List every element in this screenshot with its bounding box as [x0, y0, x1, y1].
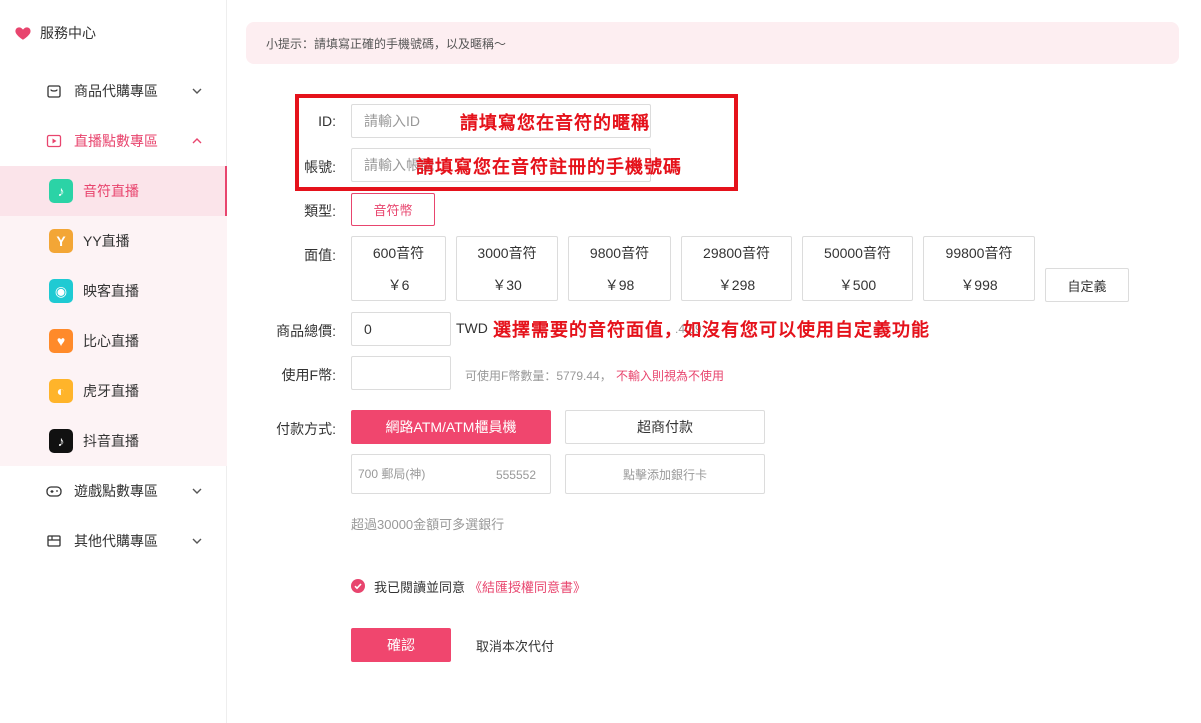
multi-bank-hint: 超過30000金額可多選銀行: [351, 517, 505, 532]
sidebar-item-label: 比心直播: [83, 333, 139, 349]
bank-card[interactable]: 700 郵局(神) 555552: [351, 454, 551, 494]
value-coins: 99800音符: [945, 244, 1013, 261]
type-option-yinfu-coin[interactable]: 音符幣: [351, 193, 435, 226]
f-coin-input[interactable]: [351, 356, 451, 390]
currency-label: TWD: [456, 320, 488, 336]
f-coin-balance: 可使用F幣數量：5779.44，: [465, 369, 612, 383]
custom-value-button[interactable]: 自定義: [1045, 268, 1129, 302]
play-icon: [46, 133, 62, 149]
huya-icon: ◐: [49, 379, 73, 403]
sidebar-item-yy[interactable]: Y YY直播: [0, 216, 227, 266]
shopping-bag-icon: [46, 83, 62, 99]
menu-group-label: 直播點數專區: [74, 133, 158, 149]
chevron-down-icon: [190, 84, 204, 98]
live-submenu: ♪ 音符直播 Y YY直播 ◉ 映客直播 ♥ 比心直播 ◐ 虎牙直播 ♪ 抖音直…: [0, 166, 227, 466]
annotation-value-hint: 選擇需要的音符面值，如沒有您可以使用自定義功能: [493, 320, 930, 340]
bixin-heart-icon: ♥: [49, 329, 73, 353]
sidebar-item-bixin[interactable]: ♥ 比心直播: [0, 316, 227, 366]
brand[interactable]: 服務中心: [14, 22, 96, 44]
menu-group-merchandise[interactable]: 商品代購專區: [0, 66, 227, 116]
value-option-50000[interactable]: 50000音符 ￥500: [802, 236, 913, 301]
menu-group-live-points[interactable]: 直播點數專區: [0, 116, 227, 166]
value-option-9800[interactable]: 9800音符 ￥98: [568, 236, 671, 301]
value-option-3000[interactable]: 3000音符 ￥30: [456, 236, 558, 301]
value-price: ￥500: [838, 276, 877, 293]
inke-owl-icon: ◉: [49, 279, 73, 303]
chevron-up-icon: [190, 134, 204, 148]
payment-label: 付款方式:: [276, 421, 336, 437]
music-note-icon: ♪: [49, 179, 73, 203]
value-label: 面值:: [304, 247, 336, 263]
value-price: ￥6: [387, 276, 410, 293]
menu-group-label: 其他代購專區: [74, 533, 158, 549]
sidebar-item-inke[interactable]: ◉ 映客直播: [0, 266, 227, 316]
value-coins: 29800音符: [703, 244, 770, 261]
check-circle-icon[interactable]: [351, 579, 365, 593]
cancel-payment-link[interactable]: 取消本次代付: [476, 636, 554, 655]
brand-label: 服務中心: [40, 25, 96, 41]
pay-convenience-store-button[interactable]: 超商付款: [565, 410, 765, 444]
value-price: ￥98: [604, 276, 635, 293]
bank-name: 700 郵局(神): [358, 467, 426, 481]
sidebar-item-label: 映客直播: [83, 283, 139, 299]
chevron-down-icon: [190, 534, 204, 548]
sidebar-item-yinfu[interactable]: ♪ 音符直播: [0, 166, 227, 216]
total-price-input[interactable]: 0: [351, 312, 451, 346]
bank-number: 555552: [495, 468, 536, 482]
agreement-row: 我已閱讀並同意 《結匯授權同意書》: [351, 577, 586, 595]
value-option-29800[interactable]: 29800音符 ￥298: [681, 236, 792, 301]
total-label: 商品總價:: [276, 323, 336, 339]
yy-bear-icon: Y: [49, 229, 73, 253]
sidebar: 服務中心 商品代購專區 直播點數專區 ♪ 音符直播 Y YY直播 ◉ 映客直播: [0, 0, 227, 723]
value-price: ￥998: [960, 276, 998, 293]
value-option-99800[interactable]: 99800音符 ￥998: [923, 236, 1035, 301]
pay-atm-button[interactable]: 網路ATM/ATM櫃員機: [351, 410, 551, 444]
agreement-text: 我已閱讀並同意: [374, 579, 466, 595]
douyin-icon: ♪: [49, 429, 73, 453]
agreement-link[interactable]: 《結匯授權同意書》: [469, 577, 586, 596]
value-option-600[interactable]: 600音符 ￥6: [351, 236, 446, 301]
menu-group-label: 商品代購專區: [74, 83, 158, 99]
value-price: ￥298: [717, 276, 756, 293]
value-coins: 3000音符: [477, 244, 537, 261]
sidebar-item-huya[interactable]: ◐ 虎牙直播: [0, 366, 227, 416]
value-price: ￥30: [492, 276, 522, 293]
value-coins: 600音符: [372, 244, 425, 261]
f-coin-label: 使用F幣:: [281, 367, 336, 383]
value-coins: 50000音符: [824, 244, 891, 261]
menu-group-other[interactable]: 其他代購專區: [0, 516, 227, 566]
heart-icon: [15, 27, 31, 40]
add-bank-card-button[interactable]: 點擊添加銀行卡: [565, 454, 765, 494]
notice-banner: 小提示：請填寫正確的手機號碼，以及暱稱～: [246, 22, 1179, 64]
f-coin-warning: 不輸入則視為不使用: [616, 369, 725, 383]
menu-group-label: 遊戲點數專區: [74, 483, 158, 499]
confirm-button[interactable]: 確認: [351, 628, 451, 662]
type-label: 類型:: [304, 203, 336, 219]
value-coins: 9800音符: [589, 244, 650, 261]
annotation-nickname: 請填寫您在音符的暱稱: [460, 113, 650, 133]
sidebar-item-label: 音符直播: [83, 183, 139, 199]
gamepad-icon: [46, 483, 62, 499]
sidebar-item-label: 虎牙直播: [83, 383, 139, 399]
sidebar-item-douyin[interactable]: ♪ 抖音直播: [0, 416, 227, 466]
box-icon: [46, 533, 62, 549]
sidebar-item-label: 抖音直播: [83, 433, 139, 449]
menu-group-game-points[interactable]: 遊戲點數專區: [0, 466, 227, 516]
sidebar-item-label: YY直播: [83, 233, 130, 249]
annotation-phone: 請填寫您在音符註冊的手機號碼: [416, 157, 682, 177]
chevron-down-icon: [190, 484, 204, 498]
